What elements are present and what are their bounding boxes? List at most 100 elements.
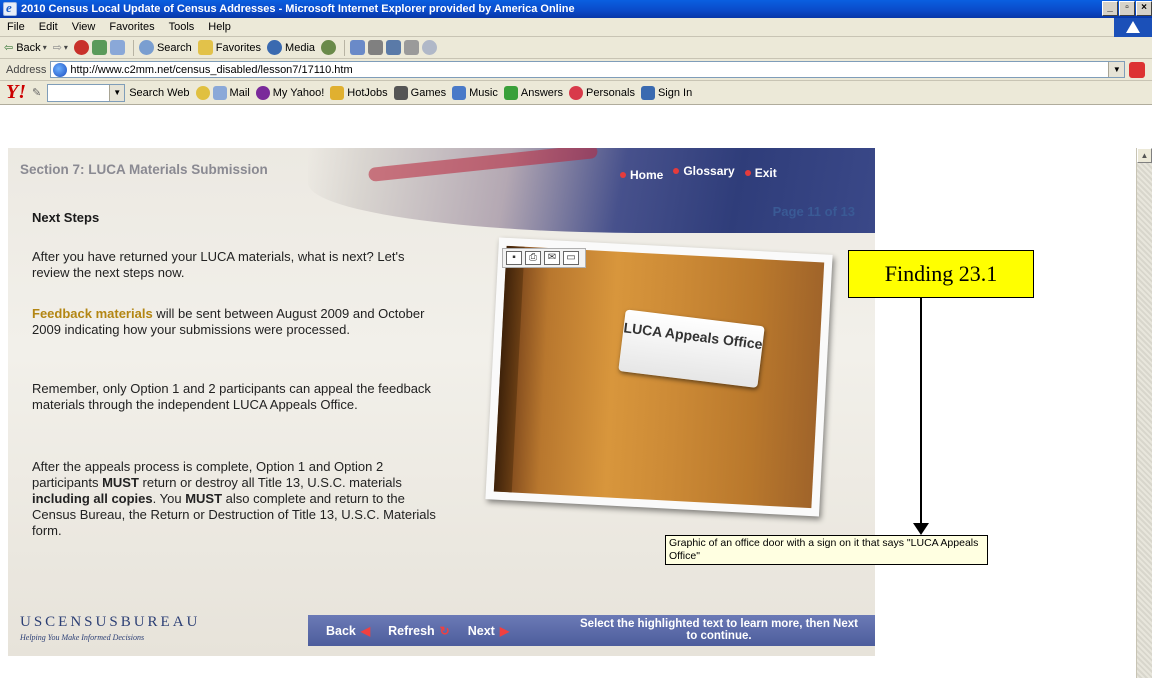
yahoo-logo-icon[interactable]: Y! xyxy=(6,81,26,104)
paragraph-4: After the appeals process is complete, O… xyxy=(32,459,436,538)
answers-icon xyxy=(503,85,518,100)
menu-favorites[interactable]: Favorites xyxy=(102,21,161,33)
folder-icon[interactable]: ▭ xyxy=(563,251,579,265)
music-icon xyxy=(452,85,467,100)
menu-file[interactable]: File xyxy=(0,21,32,33)
instruction-text: Select the highlighted text to learn mor… xyxy=(580,618,858,642)
menu-view[interactable]: View xyxy=(65,21,103,33)
vertical-scrollbar[interactable]: ▲ xyxy=(1136,148,1152,678)
my-yahoo-button[interactable]: My Yahoo! xyxy=(255,85,324,100)
feedback-materials-link[interactable]: Feedback materials xyxy=(32,306,153,321)
finding-label: Finding 23.1 xyxy=(848,250,1034,298)
close-button[interactable]: × xyxy=(1136,1,1152,16)
address-dropdown-icon[interactable]: ▼ xyxy=(1108,62,1125,77)
search-web-button[interactable]: Search Web xyxy=(129,87,189,99)
door-graphic: LUCA Appeals Office xyxy=(493,245,825,509)
aol-logo-icon xyxy=(1114,18,1152,37)
highlight-icon[interactable] xyxy=(195,85,210,100)
back-arrow-icon: ⇦ xyxy=(4,42,14,54)
next-nav-button[interactable]: Next ▶ xyxy=(468,624,509,638)
music-button[interactable]: Music xyxy=(452,85,498,100)
section-title: Section 7: LUCA Materials Submission xyxy=(20,162,268,177)
home-icon[interactable] xyxy=(109,40,125,55)
favorites-icon xyxy=(197,40,213,55)
scroll-up-icon[interactable]: ▲ xyxy=(1137,148,1152,163)
favorites-button[interactable]: Favorites xyxy=(197,40,261,55)
sign-in-icon xyxy=(640,85,655,100)
hotjobs-button[interactable]: HotJobs xyxy=(330,85,388,100)
print-icon[interactable]: ⎙ xyxy=(525,251,541,265)
menu-edit[interactable]: Edit xyxy=(32,21,65,33)
games-button[interactable]: Games xyxy=(393,85,446,100)
lesson-bottom-bar: Back ◀ Refresh ↻ Next ▶ Select the highligh… xyxy=(308,615,875,646)
forward-button[interactable]: ⇨ ▾ xyxy=(53,41,68,54)
paragraph-1: After you have returned your LUCA materi… xyxy=(32,249,405,280)
search-icon xyxy=(138,40,154,55)
lesson-nav: Home Glossary Exit xyxy=(620,160,787,182)
chevron-down-icon[interactable]: ▼ xyxy=(109,84,125,101)
heart-icon xyxy=(569,85,584,100)
address-url: http://www.c2mm.net/census_disabled/less… xyxy=(70,63,353,76)
discuss-icon[interactable] xyxy=(404,40,420,55)
right-arrow-icon: ▶ xyxy=(499,623,510,638)
history-icon[interactable] xyxy=(321,40,337,55)
address-input[interactable]: http://www.c2mm.net/census_disabled/less… xyxy=(50,61,1126,78)
refresh-icon[interactable] xyxy=(91,40,107,55)
envelope-icon xyxy=(212,85,227,100)
save-icon[interactable]: ▪ xyxy=(506,251,522,265)
pointer-arrow-line xyxy=(920,298,922,529)
refresh-icon: ↻ xyxy=(439,623,450,638)
address-label: Address xyxy=(6,63,47,76)
home-link[interactable]: Home xyxy=(620,168,663,182)
yahoo-search-input[interactable]: ▼ xyxy=(47,83,126,102)
menu-tools[interactable]: Tools xyxy=(162,21,202,33)
office-door-image: LUCA Appeals Office xyxy=(485,237,833,517)
answers-button[interactable]: Answers xyxy=(503,85,563,100)
bullet-icon xyxy=(744,170,751,176)
yahoo-toolbar: Y! ✎ ▼ Search Web Mail My Yahoo! HotJobs… xyxy=(0,81,1152,105)
acrobat-icon[interactable] xyxy=(1129,61,1146,78)
my-yahoo-icon xyxy=(255,85,270,100)
image-toolbar: ▪ ⎙ ✉ ▭ xyxy=(502,248,586,268)
ie-icon xyxy=(3,0,17,16)
sign-in-button[interactable]: Sign In xyxy=(640,85,692,100)
glossary-link[interactable]: Glossary xyxy=(673,160,735,182)
games-icon xyxy=(393,85,408,100)
exit-link[interactable]: Exit xyxy=(744,164,777,182)
personals-button[interactable]: Personals xyxy=(569,85,635,100)
back-button[interactable]: ⇦ Back ▾ xyxy=(4,41,47,55)
print-icon[interactable] xyxy=(368,40,384,55)
minimize-button[interactable]: _ xyxy=(1102,1,1118,16)
pencil-icon[interactable]: ✎ xyxy=(32,86,41,99)
mail-icon[interactable] xyxy=(350,40,366,55)
door-sign: LUCA Appeals Office xyxy=(618,309,765,388)
left-arrow-icon: ◀ xyxy=(360,623,371,638)
hotjobs-icon xyxy=(330,85,345,100)
bullet-icon xyxy=(673,168,680,174)
media-button[interactable]: Media xyxy=(267,40,315,55)
pointer-arrow-head xyxy=(913,523,929,535)
flag-banner xyxy=(308,148,875,233)
menu-help[interactable]: Help xyxy=(201,21,238,33)
edit-icon[interactable] xyxy=(386,40,402,55)
alt-text-tooltip: Graphic of an office door with a sign on… xyxy=(665,535,988,565)
address-bar: Address http://www.c2mm.net/census_disab… xyxy=(0,59,1152,81)
standard-toolbar: ⇦ Back ▾ ⇨ ▾ Search Favorites Media xyxy=(0,37,1152,59)
page-heading: Next Steps xyxy=(32,210,100,225)
email-icon[interactable]: ✉ xyxy=(544,251,560,265)
census-bureau-logo: USCENSUSBUREAU Helping You Make Informed… xyxy=(20,614,201,642)
forward-arrow-icon: ⇨ xyxy=(52,42,62,54)
messenger-icon[interactable] xyxy=(422,40,438,55)
search-button[interactable]: Search xyxy=(138,40,192,55)
mail-button[interactable]: Mail xyxy=(212,85,250,100)
stop-icon[interactable] xyxy=(73,40,89,55)
menu-bar: File Edit View Favorites Tools Help xyxy=(0,18,1152,37)
page-indicator: Page 11 of 13 xyxy=(772,204,855,219)
maximize-button[interactable]: ▫ xyxy=(1119,1,1135,16)
paragraph-2: Feedback materials will be sent between … xyxy=(32,306,425,337)
paragraph-3: Remember, only Option 1 and 2 participan… xyxy=(32,381,431,412)
refresh-nav-button[interactable]: Refresh ↻ xyxy=(388,624,450,638)
bullet-icon xyxy=(620,172,626,178)
back-nav-button[interactable]: Back ◀ xyxy=(326,624,370,638)
window-title: 2010 Census Local Update of Census Addre… xyxy=(21,3,575,15)
